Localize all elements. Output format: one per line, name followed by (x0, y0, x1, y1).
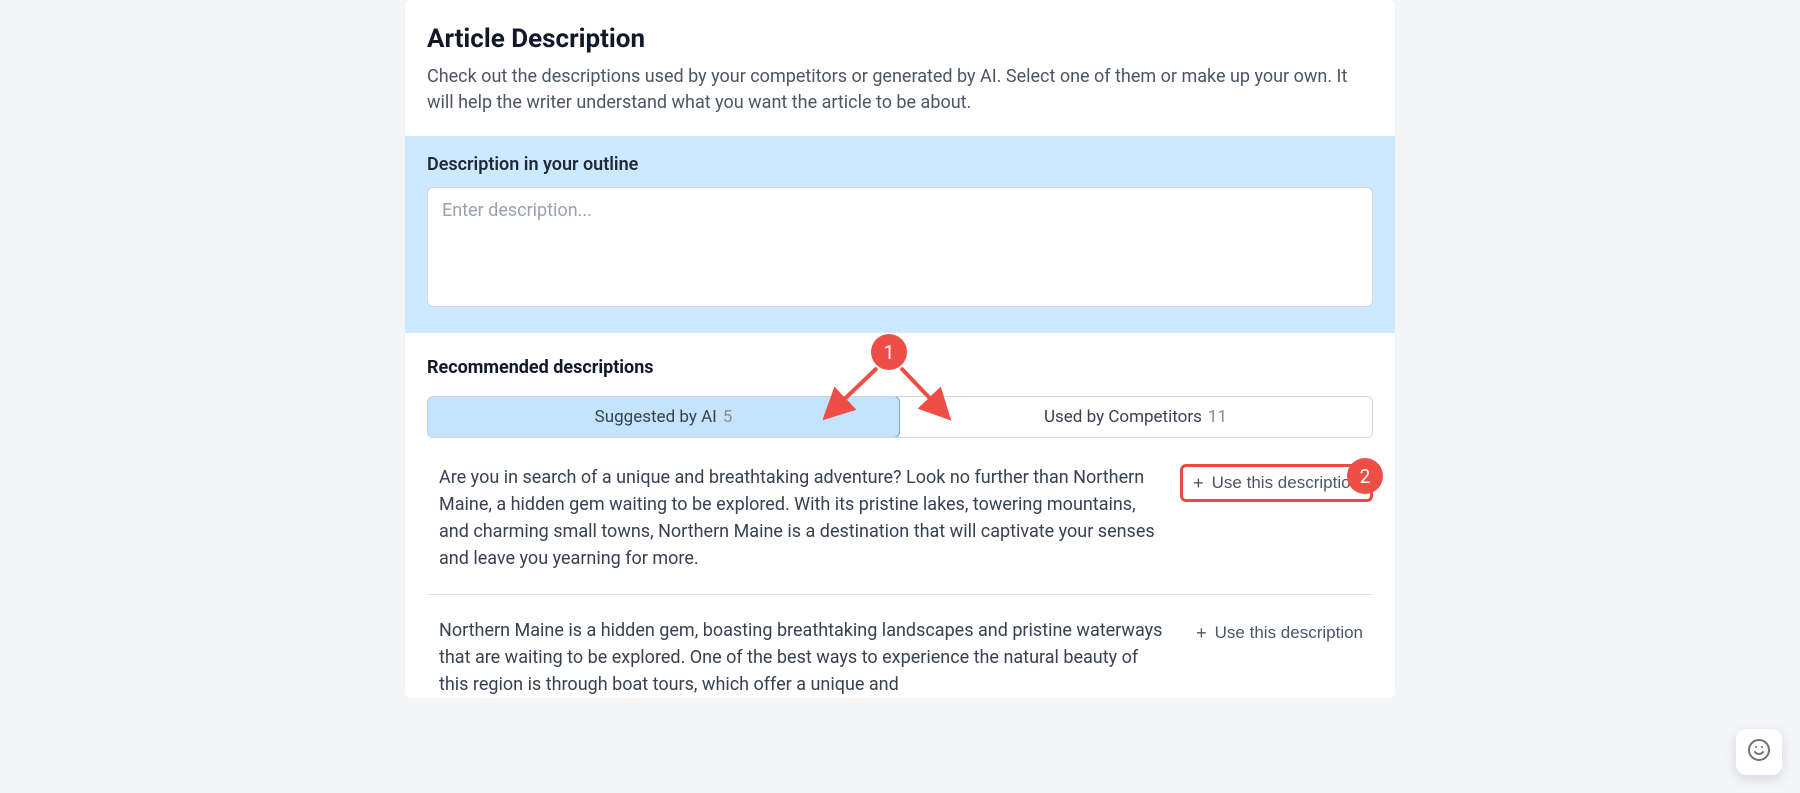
tab-ai-count: 5 (723, 407, 733, 427)
suggestion-text: Northern Maine is a hidden gem, boasting… (427, 617, 1166, 698)
plus-icon: + (1193, 474, 1204, 492)
suggestion-list: Are you in search of a unique and breath… (427, 464, 1373, 698)
tab-competitors-count: 11 (1208, 407, 1227, 427)
tab-ai-label: Suggested by AI (595, 407, 717, 427)
page-subtitle: Check out the descriptions used by your … (427, 64, 1373, 116)
annotation-badge-1: 1 (871, 334, 907, 370)
description-input[interactable] (427, 187, 1373, 307)
outline-label: Description in your outline (427, 154, 1373, 175)
use-button-label: Use this description (1212, 473, 1360, 493)
list-item: Are you in search of a unique and breath… (427, 464, 1373, 595)
use-button-label: Use this description (1215, 623, 1363, 643)
list-item: Northern Maine is a hidden gem, boasting… (427, 617, 1373, 698)
tab-used-by-competitors[interactable]: Used by Competitors 11 (899, 397, 1372, 437)
outline-panel: Description in your outline (405, 136, 1395, 333)
plus-icon: + (1196, 624, 1207, 642)
annotation-badge-2: 2 (1347, 458, 1383, 494)
suggestion-text: Are you in search of a unique and breath… (427, 464, 1160, 572)
annotation-arrow-right-icon (895, 362, 955, 422)
tab-competitors-label: Used by Competitors (1044, 407, 1202, 427)
feedback-button[interactable] (1736, 729, 1782, 775)
article-description-card: Article Description Check out the descri… (405, 0, 1395, 698)
annotation-arrow-left-icon (823, 362, 883, 422)
use-this-description-button[interactable]: + Use this description (1186, 617, 1373, 649)
card-header: Article Description Check out the descri… (405, 0, 1395, 136)
page-title: Article Description (427, 24, 1373, 54)
smiley-icon (1747, 738, 1771, 766)
use-this-description-button[interactable]: + Use this description (1180, 464, 1373, 502)
